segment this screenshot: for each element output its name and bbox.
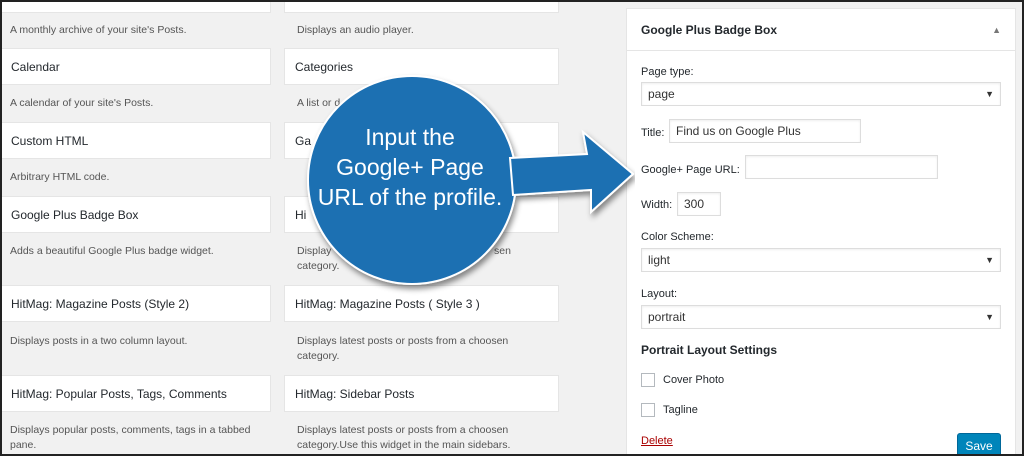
callout-text: Input the Google+ Page URL of the profil… [317,124,503,210]
title-input[interactable]: Find us on Google Plus [669,119,861,143]
widget-archives-desc: A monthly archive of your site's Posts. [10,24,187,36]
widget-settings-panel: Google Plus Badge Box ▲ Page type: page … [626,8,1016,456]
panel-header[interactable]: Google Plus Badge Box ▲ [627,9,1015,51]
chevron-down-icon: ▼ [985,89,994,99]
widget-title-label: HitMag: Magazine Posts (Style 2) [11,296,190,311]
collapse-arrow-icon[interactable]: ▲ [992,25,1001,35]
widget-title-label: Custom HTML [11,133,89,148]
color-scheme-select[interactable]: light ▼ [641,248,1001,272]
widget-custom-html-desc: Arbitrary HTML code. [10,171,110,183]
panel-title: Google Plus Badge Box [641,22,778,37]
widget-title-label: HitMag: Sidebar Posts [295,386,415,401]
widget-calendar[interactable]: Calendar [0,48,271,85]
widget-hitmag-sidebar-posts[interactable]: HitMag: Sidebar Posts [284,375,559,412]
widget-audio[interactable] [284,0,559,13]
page-type-label: Page type: [641,66,694,78]
widget-hitmag-magazine-style2[interactable]: HitMag: Magazine Posts (Style 2) [0,285,271,322]
widget-calendar-desc: A calendar of your site's Posts. [10,97,154,109]
widget-google-plus-desc: Adds a beautiful Google Plus badge widge… [10,245,214,257]
layout-select[interactable]: portrait ▼ [641,305,1001,329]
widget-archives[interactable] [0,0,271,13]
width-input[interactable]: 300 [677,192,721,216]
widget-custom-html[interactable]: Custom HTML [0,122,271,159]
widget-hitmag-style3-desc: Displays latest posts or posts from a ch… [297,335,509,362]
cover-photo-label: Cover Photo [663,374,725,386]
google-page-url-label: Google+ Page URL: [641,164,740,176]
widget-title-label: Calendar [11,59,60,74]
portrait-layout-settings-heading: Portrait Layout Settings [641,343,778,357]
chevron-down-icon: ▼ [985,255,994,265]
widget-hitmag-popular-posts[interactable]: HitMag: Popular Posts, Tags, Comments [0,375,271,412]
color-scheme-label: Color Scheme: [641,231,714,243]
chevron-down-icon: ▼ [985,312,994,322]
layout-label: Layout: [641,288,678,300]
widget-title-label: HitMag: Popular Posts, Tags, Comments [11,386,227,401]
tagline-checkbox[interactable] [641,403,655,417]
tagline-label: Tagline [663,404,698,416]
widget-hitmag-sidebar-desc: Displays latest posts or posts from a ch… [297,424,511,451]
widget-hitmag-popular-desc: Displays popular posts, comments, tags i… [10,424,251,451]
google-page-url-input[interactable] [745,155,938,179]
save-button[interactable]: Save [957,433,1001,456]
widget-audio-desc: Displays an audio player. [297,24,414,36]
widget-hitmag-style2-desc: Displays posts in a two column layout. [10,335,188,347]
width-label: Width: [641,199,673,211]
delete-link[interactable]: Delete [641,435,673,447]
widget-google-plus-badge-box[interactable]: Google Plus Badge Box [0,196,271,233]
page-type-select[interactable]: page ▼ [641,82,1001,106]
cover-photo-checkbox[interactable] [641,373,655,387]
widget-title-label: Google Plus Badge Box [11,207,139,222]
title-label: Title: [641,127,665,139]
